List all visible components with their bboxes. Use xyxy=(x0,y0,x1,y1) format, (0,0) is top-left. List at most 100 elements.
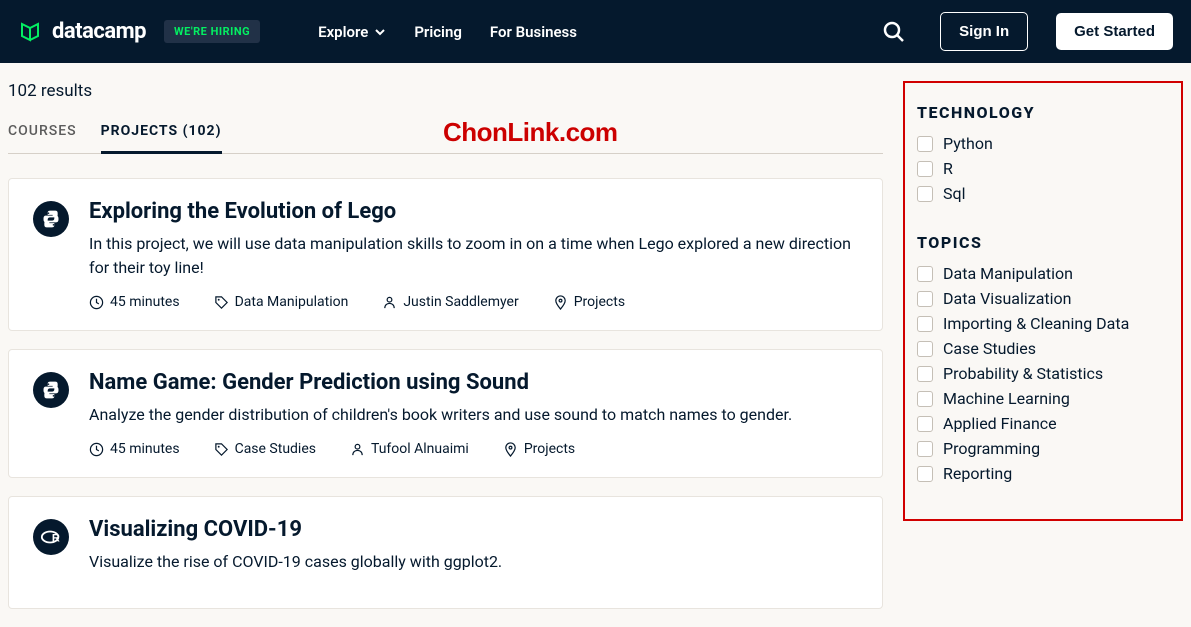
card-description: Analyze the gender distribution of child… xyxy=(89,403,858,427)
watermark-text: ChonLink.com xyxy=(443,117,618,148)
pin-icon xyxy=(503,442,518,457)
tabs: COURSES PROJECTS (102) ChonLink.com xyxy=(8,123,883,154)
chevron-down-icon xyxy=(374,26,386,38)
project-card[interactable]: Exploring the Evolution of Lego In this … xyxy=(8,178,883,331)
nav-links: Explore Pricing For Business xyxy=(318,23,577,41)
checkbox-icon xyxy=(917,391,933,407)
filter-data-manipulation[interactable]: Data Manipulation xyxy=(917,264,1169,283)
nav-explore[interactable]: Explore xyxy=(318,23,386,41)
filter-python[interactable]: Python xyxy=(917,134,1169,153)
signin-button[interactable]: Sign In xyxy=(940,12,1028,51)
card-description: In this project, we will use data manipu… xyxy=(89,232,858,280)
checkbox-icon xyxy=(917,466,933,482)
checkbox-icon xyxy=(917,441,933,457)
search-icon[interactable] xyxy=(882,20,906,44)
filter-sql[interactable]: Sql xyxy=(917,184,1169,203)
checkbox-icon xyxy=(917,341,933,357)
meta-duration: 45 minutes xyxy=(89,294,180,310)
filter-label: Probability & Statistics xyxy=(943,364,1103,383)
filter-label: Case Studies xyxy=(943,339,1036,358)
meta-type: Projects xyxy=(503,441,575,457)
python-icon xyxy=(33,201,69,237)
tag-value: Case Studies xyxy=(235,441,316,457)
pin-icon xyxy=(553,295,568,310)
duration-value: 45 minutes xyxy=(110,441,180,457)
nav-pricing[interactable]: Pricing xyxy=(414,23,462,41)
filter-machine-learning[interactable]: Machine Learning xyxy=(917,389,1169,408)
card-meta: 45 minutes Data Manipulation Justin Sadd… xyxy=(89,294,858,310)
author-value: Tufool Alnuaimi xyxy=(371,441,469,457)
type-value: Projects xyxy=(574,294,625,310)
filter-label: Data Manipulation xyxy=(943,264,1073,283)
checkbox-icon xyxy=(917,316,933,332)
filter-topics-group: TOPICS Data Manipulation Data Visualizat… xyxy=(917,233,1169,483)
brand-name: datacamp xyxy=(52,19,146,44)
filter-label: Reporting xyxy=(943,464,1012,483)
project-card[interactable]: R Visualizing COVID-19 Visualize the ris… xyxy=(8,496,883,609)
meta-author: Justin Saddlemyer xyxy=(382,294,518,310)
meta-author: Tufool Alnuaimi xyxy=(350,441,469,457)
svg-text:R: R xyxy=(52,533,60,545)
meta-duration: 45 minutes xyxy=(89,441,180,457)
filter-label: Data Visualization xyxy=(943,289,1071,308)
getstarted-button[interactable]: Get Started xyxy=(1056,13,1173,50)
person-icon xyxy=(382,295,397,310)
card-title: Exploring the Evolution of Lego xyxy=(89,199,858,224)
meta-type: Projects xyxy=(553,294,625,310)
r-icon: R xyxy=(33,519,69,555)
card-title: Visualizing COVID-19 xyxy=(89,517,858,542)
filter-r[interactable]: R xyxy=(917,159,1169,178)
checkbox-icon xyxy=(917,161,933,177)
filter-case-studies[interactable]: Case Studies xyxy=(917,339,1169,358)
card-description: Visualize the rise of COVID-19 cases glo… xyxy=(89,550,858,574)
card-title: Name Game: Gender Prediction using Sound xyxy=(89,370,858,395)
tab-courses[interactable]: COURSES xyxy=(8,123,77,153)
filter-sidebar: TECHNOLOGY Python R Sql TOPICS Data Mani… xyxy=(903,81,1183,627)
main-content: 102 results COURSES PROJECTS (102) ChonL… xyxy=(8,81,883,627)
nav-explore-label: Explore xyxy=(318,23,368,41)
filter-label: Importing & Cleaning Data xyxy=(943,314,1129,333)
checkbox-icon xyxy=(917,291,933,307)
person-icon xyxy=(350,442,365,457)
duration-value: 45 minutes xyxy=(110,294,180,310)
checkbox-icon xyxy=(917,366,933,382)
author-value: Justin Saddlemyer xyxy=(403,294,518,310)
card-meta: 45 minutes Case Studies Tufool Alnuaimi … xyxy=(89,441,858,457)
filter-topics-title: TOPICS xyxy=(917,233,1169,252)
checkbox-icon xyxy=(917,416,933,432)
tag-value: Data Manipulation xyxy=(235,294,349,310)
type-value: Projects xyxy=(524,441,575,457)
project-card[interactable]: Name Game: Gender Prediction using Sound… xyxy=(8,349,883,478)
filter-importing-cleaning[interactable]: Importing & Cleaning Data xyxy=(917,314,1169,333)
checkbox-icon xyxy=(917,136,933,152)
meta-tag: Data Manipulation xyxy=(214,294,349,310)
python-icon xyxy=(33,372,69,408)
filter-reporting[interactable]: Reporting xyxy=(917,464,1169,483)
meta-tag: Case Studies xyxy=(214,441,316,457)
results-count: 102 results xyxy=(8,81,883,101)
clock-icon xyxy=(89,295,104,310)
filter-technology-group: TECHNOLOGY Python R Sql xyxy=(917,103,1169,203)
filter-label: Machine Learning xyxy=(943,389,1070,408)
datacamp-logo-icon xyxy=(18,20,42,44)
checkbox-icon xyxy=(917,266,933,282)
clock-icon xyxy=(89,442,104,457)
filter-label: Sql xyxy=(943,184,965,203)
tag-icon xyxy=(214,295,229,310)
filter-data-visualization[interactable]: Data Visualization xyxy=(917,289,1169,308)
filter-technology-title: TECHNOLOGY xyxy=(917,103,1169,122)
logo-area[interactable]: datacamp xyxy=(18,19,146,44)
tab-projects[interactable]: PROJECTS (102) xyxy=(101,123,222,154)
nav-business[interactable]: For Business xyxy=(490,23,577,41)
top-navigation: datacamp WE'RE HIRING Explore Pricing Fo… xyxy=(0,0,1191,63)
filter-label: R xyxy=(943,159,953,178)
filter-panel: TECHNOLOGY Python R Sql TOPICS Data Mani… xyxy=(903,81,1183,521)
tag-icon xyxy=(214,442,229,457)
filter-probability-stats[interactable]: Probability & Statistics xyxy=(917,364,1169,383)
hiring-badge[interactable]: WE'RE HIRING xyxy=(164,20,260,43)
filter-label: Programming xyxy=(943,439,1040,458)
filter-label: Python xyxy=(943,134,993,153)
checkbox-icon xyxy=(917,186,933,202)
filter-applied-finance[interactable]: Applied Finance xyxy=(917,414,1169,433)
filter-programming[interactable]: Programming xyxy=(917,439,1169,458)
